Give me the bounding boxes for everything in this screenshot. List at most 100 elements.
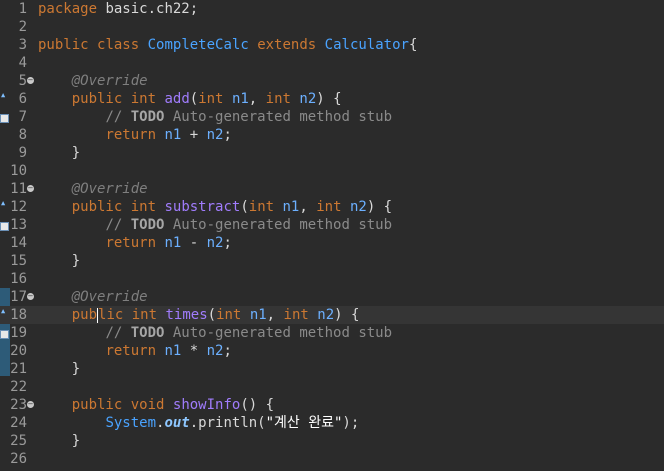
code-line-1[interactable]: 1 package basic.ch22; (0, 0, 664, 18)
code-line-3[interactable]: 3 public class CompleteCalc extends Calc… (0, 36, 664, 54)
annotation: @Override (71, 289, 148, 305)
code-line-26[interactable]: 26 (0, 450, 664, 468)
code-line-4[interactable]: 4 (0, 54, 664, 72)
brace: } (71, 145, 81, 161)
method-call: .println( (189, 415, 266, 431)
code-line-15[interactable]: 15 } (0, 252, 664, 270)
code-line-7[interactable]: 7 // TODO Auto-generated method stub (0, 108, 664, 126)
semicolon: ; (223, 127, 232, 143)
param: n2 (206, 343, 224, 359)
line-number: 17 (10, 289, 27, 305)
comment: Auto-generated method stub (164, 217, 393, 233)
code-line-9[interactable]: 9 } (0, 144, 664, 162)
comment: // (105, 325, 131, 341)
keyword: pub (71, 307, 98, 323)
code-line-12[interactable]: ▲ 12 public int substract(int n1, int n2… (0, 198, 664, 216)
line-number: 20 (10, 343, 27, 359)
annotation: @Override (71, 73, 148, 89)
class-name: CompleteCalc (147, 37, 249, 53)
param: n1 (164, 127, 182, 143)
collapse-icon[interactable]: − (27, 401, 34, 408)
todo-tag: TODO (130, 217, 165, 233)
class-name: System (105, 415, 157, 431)
line-number: 6 (18, 91, 27, 107)
code-line-17[interactable]: 17 − @Override (0, 288, 664, 306)
code-editor[interactable]: 1 package basic.ch22; 2 3 public class C… (0, 0, 664, 471)
parent-class-name: Calculator (324, 37, 409, 53)
line-number: 25 (10, 433, 27, 449)
semicolon: ; (223, 235, 232, 251)
keyword: lic (98, 307, 124, 323)
line-number: 1 (18, 1, 27, 17)
keyword: return (105, 235, 157, 251)
code-line-14[interactable]: 14 return n1 - n2; (0, 234, 664, 252)
statement-end: ); (342, 415, 360, 431)
method-name: times (165, 307, 208, 323)
code-line-5[interactable]: 5 − @Override (0, 72, 664, 90)
code-line-11[interactable]: 11 − @Override (0, 180, 664, 198)
comment: Auto-generated method stub (164, 325, 393, 341)
line-number: 19 (10, 325, 27, 341)
code-line-16[interactable]: 16 (0, 270, 664, 288)
collapse-icon[interactable]: − (27, 77, 34, 84)
code-line-10[interactable]: 10 (0, 162, 664, 180)
type: int (130, 199, 157, 215)
keyword: package (38, 1, 98, 17)
brace: { (408, 37, 418, 53)
method-name: showInfo (172, 397, 241, 413)
code-line-25[interactable]: 25 } (0, 432, 664, 450)
brace: } (71, 253, 81, 269)
operator: * (181, 343, 207, 359)
annotation: @Override (71, 181, 148, 197)
type: int (248, 199, 275, 215)
type: void (130, 397, 165, 413)
line-number: 8 (18, 127, 27, 143)
code-line-6[interactable]: ▲ 6 public int add(int n1, int n2) { (0, 90, 664, 108)
param-list: () { (240, 397, 275, 413)
param: n1 (164, 235, 182, 251)
line-number: 21 (10, 361, 27, 377)
param: n1 (249, 307, 267, 323)
type: int (198, 91, 224, 107)
comment: Auto-generated method stub (164, 109, 393, 125)
type: int (283, 307, 309, 323)
param: n1 (231, 91, 249, 107)
type: int (216, 307, 242, 323)
code-line-24[interactable]: 24 System.out.println("계산 완료"); (0, 414, 664, 432)
code-line-23[interactable]: 23 − public void showInfo() { (0, 396, 664, 414)
collapse-icon[interactable]: − (27, 293, 34, 300)
param: n2 (299, 91, 317, 107)
todo-tag: TODO (130, 325, 165, 341)
line-number: 22 (10, 379, 27, 395)
code-line-2[interactable]: 2 (0, 18, 664, 36)
line-number: 26 (10, 451, 27, 467)
code-line-20[interactable]: 20 return n1 * n2; (0, 342, 664, 360)
line-number: 5 (18, 73, 27, 89)
type: int (131, 307, 158, 323)
line-number: 11 (10, 181, 27, 197)
line-number: 3 (18, 37, 27, 53)
line-number: 10 (10, 163, 27, 179)
line-number: 16 (10, 271, 27, 287)
code-line-21[interactable]: 21 } (0, 360, 664, 378)
param: n2 (349, 199, 367, 215)
param: n2 (206, 127, 224, 143)
code-line-13[interactable]: 13 // TODO Auto-generated method stub (0, 216, 664, 234)
keyword: public (71, 91, 123, 107)
method-name: substract (164, 199, 241, 215)
keyword: return (105, 343, 157, 359)
code-line-8[interactable]: 8 return n1 + n2; (0, 126, 664, 144)
code-line-22[interactable]: 22 (0, 378, 664, 396)
line-number: 2 (18, 19, 27, 35)
method-name: add (164, 91, 190, 107)
package-name: basic.ch22; (97, 1, 199, 17)
param: n2 (206, 235, 224, 251)
code-line-18-current[interactable]: ▲ 18 public int times(int n1, int n2) { (0, 306, 664, 324)
code-line-19[interactable]: 19 // TODO Auto-generated method stub (0, 324, 664, 342)
comment: // (105, 109, 131, 125)
collapse-icon[interactable]: − (27, 185, 34, 192)
comment: // (105, 217, 131, 233)
line-number: 7 (18, 109, 27, 125)
line-number: 14 (10, 235, 27, 251)
operator: + (181, 127, 207, 143)
